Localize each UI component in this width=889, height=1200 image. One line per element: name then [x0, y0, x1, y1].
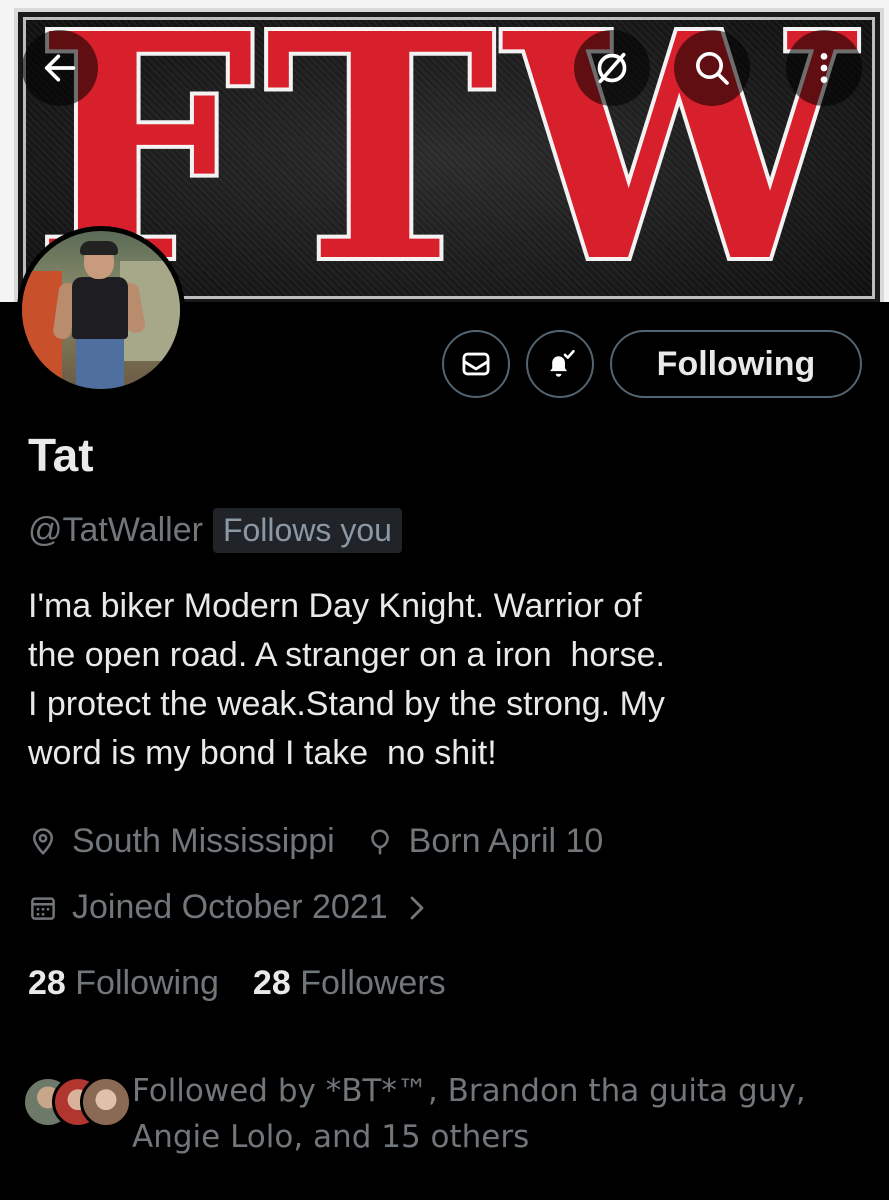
chevron-right-icon [410, 896, 424, 919]
slash-circle-icon [597, 52, 627, 84]
display-name: Tat [28, 429, 94, 481]
avatar-photo [22, 231, 180, 389]
birthday-item: Born April 10 [365, 822, 604, 861]
search-button[interactable] [674, 30, 750, 106]
followed-by-text: Followed by *BT*™, Brandon tha guita guy… [132, 1073, 806, 1155]
profile-avatar[interactable] [17, 226, 185, 394]
following-stat[interactable]: 28 Following [28, 964, 219, 1003]
follow-stats: 28 Following 28 Followers [28, 964, 480, 1003]
message-button[interactable] [442, 330, 510, 398]
followers-count: 28 [252, 964, 291, 1002]
followers-stat[interactable]: 28 Followers [253, 964, 446, 1003]
profile-meta-row-1: South Mississippi Born April 10 [28, 822, 633, 861]
more-button[interactable] [786, 30, 862, 106]
balloon-icon [370, 828, 389, 854]
grok-button[interactable] [574, 30, 650, 106]
arrow-left-icon [44, 54, 76, 82]
bell-check-icon [550, 349, 575, 377]
following-button[interactable]: Following [610, 330, 862, 398]
calendar-icon [31, 896, 55, 920]
location-text: South Mississippi [72, 822, 335, 860]
search-icon [696, 52, 729, 85]
handle-row: @TatWaller Follows you [28, 508, 402, 553]
following-count: 28 [28, 964, 66, 1002]
following-label: Following [75, 964, 219, 1002]
profile-meta-row-2[interactable]: Joined October 2021 [28, 888, 476, 927]
location-item: South Mississippi [28, 822, 335, 861]
followed-by-avatars [22, 1076, 132, 1136]
follows-you-badge: Follows you [212, 508, 402, 553]
followers-label: Followers [300, 964, 446, 1002]
followed-by-section[interactable]: Followed by *BT*™, Brandon tha guita guy… [22, 1068, 852, 1160]
profile-bio: I'ma biker Modern Day Knight. Warrior of… [28, 587, 665, 772]
more-vertical-icon [820, 53, 828, 83]
username-handle: @TatWaller [28, 511, 203, 549]
joined-text: Joined October 2021 [72, 888, 388, 926]
birthday-text: Born April 10 [408, 822, 604, 860]
joined-item[interactable]: Joined October 2021 [28, 888, 446, 927]
back-button[interactable] [22, 30, 98, 106]
notifications-button[interactable] [526, 330, 594, 398]
location-pin-icon [32, 827, 54, 855]
envelope-icon [462, 352, 490, 376]
follower-avatar [80, 1076, 132, 1128]
